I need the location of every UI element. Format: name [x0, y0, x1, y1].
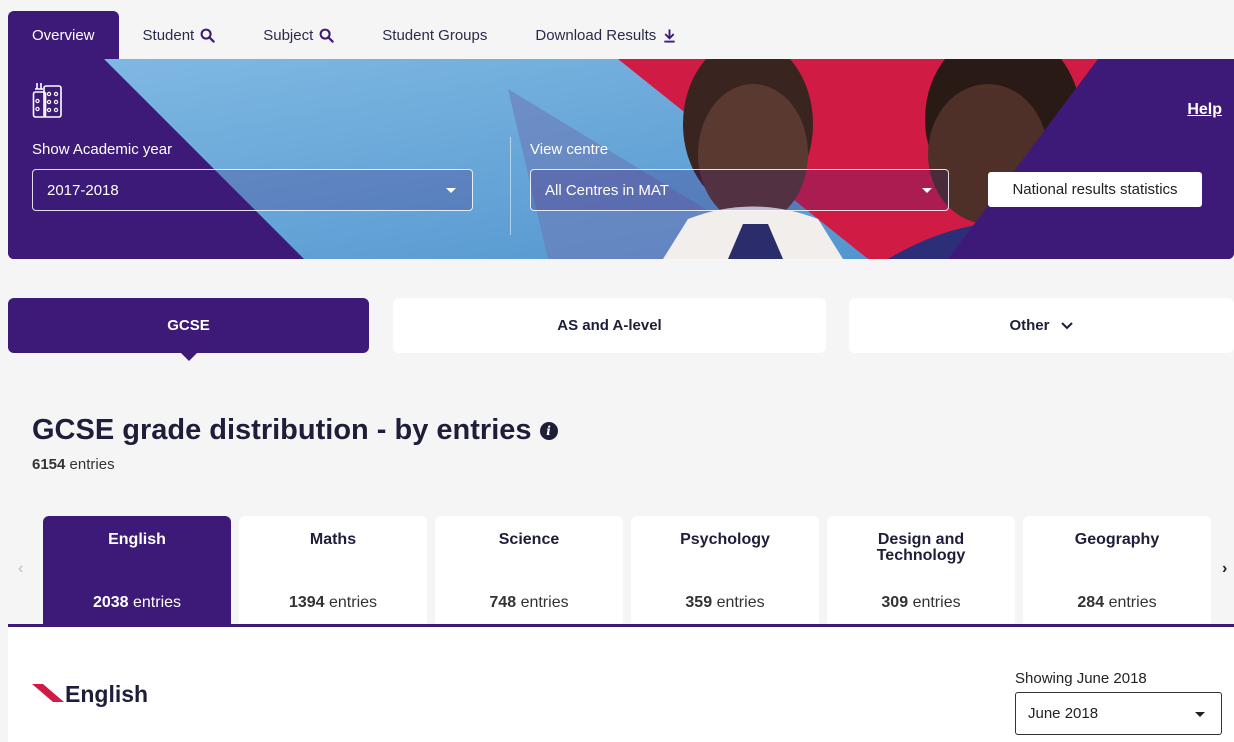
academic-year-value: 2017-2018: [47, 181, 119, 199]
subject-detail-panel: English Showing June 2018 June 2018: [8, 627, 1234, 742]
subject-card-design-technology[interactable]: Design and Technology 309 entries: [827, 516, 1015, 624]
tab-download-results[interactable]: Download Results: [511, 11, 701, 59]
tab-student-groups[interactable]: Student Groups: [358, 11, 511, 59]
tab-overview[interactable]: Overview: [8, 11, 119, 59]
hero-background: [8, 59, 1234, 259]
hero-divider: [510, 137, 511, 235]
carousel-prev-icon[interactable]: ‹: [18, 560, 23, 578]
subject-card-psychology[interactable]: Psychology 359 entries: [631, 516, 819, 624]
page-title: GCSE grade distribution - by entries i: [32, 414, 558, 447]
subject-card-maths[interactable]: Maths 1394 entries: [239, 516, 427, 624]
view-centre-value: All Centres in MAT: [545, 181, 669, 199]
search-icon: [319, 28, 334, 43]
academic-year-select[interactable]: 2017-2018: [32, 169, 473, 211]
caret-down-icon: [446, 188, 456, 193]
tab-subject[interactable]: Subject: [239, 11, 358, 59]
exam-series-value: June 2018: [1028, 705, 1099, 722]
qual-tab-as-a-level[interactable]: AS and A-level: [393, 298, 826, 353]
exam-series-select[interactable]: June 2018: [1015, 692, 1222, 735]
caret-down-icon: [1195, 712, 1205, 717]
tab-student[interactable]: Student: [119, 11, 240, 59]
subject-card-english[interactable]: English 2038 entries: [43, 516, 231, 624]
qual-tab-other[interactable]: Other: [849, 298, 1234, 353]
info-icon[interactable]: i: [539, 421, 558, 440]
academic-year-label: Show Academic year: [32, 141, 173, 158]
carousel-next-icon[interactable]: ›: [1222, 560, 1227, 578]
hero-banner: Show Academic year 2017-2018 View centre…: [8, 59, 1234, 259]
help-link[interactable]: Help: [1187, 101, 1222, 119]
showing-label: Showing June 2018: [1015, 670, 1147, 687]
national-results-button[interactable]: National results statistics: [988, 172, 1202, 207]
chevron-down-icon: [1060, 321, 1073, 329]
search-icon: [200, 28, 215, 43]
view-centre-select[interactable]: All Centres in MAT: [530, 169, 949, 211]
subject-card-geography[interactable]: Geography 284 entries: [1023, 516, 1211, 624]
building-icon: [32, 83, 62, 118]
subject-title: English: [65, 681, 149, 707]
view-centre-label: View centre: [530, 141, 609, 158]
caret-down-icon: [922, 188, 932, 193]
download-icon: [664, 28, 675, 43]
qual-tab-gcse[interactable]: GCSE: [8, 298, 369, 361]
subject-card-science[interactable]: Science 748 entries: [435, 516, 623, 624]
top-navigation: Overview Student Subject Student Groups …: [8, 11, 1234, 59]
slash-accent-icon: [32, 684, 64, 702]
total-entries: 6154 entries: [32, 456, 115, 473]
